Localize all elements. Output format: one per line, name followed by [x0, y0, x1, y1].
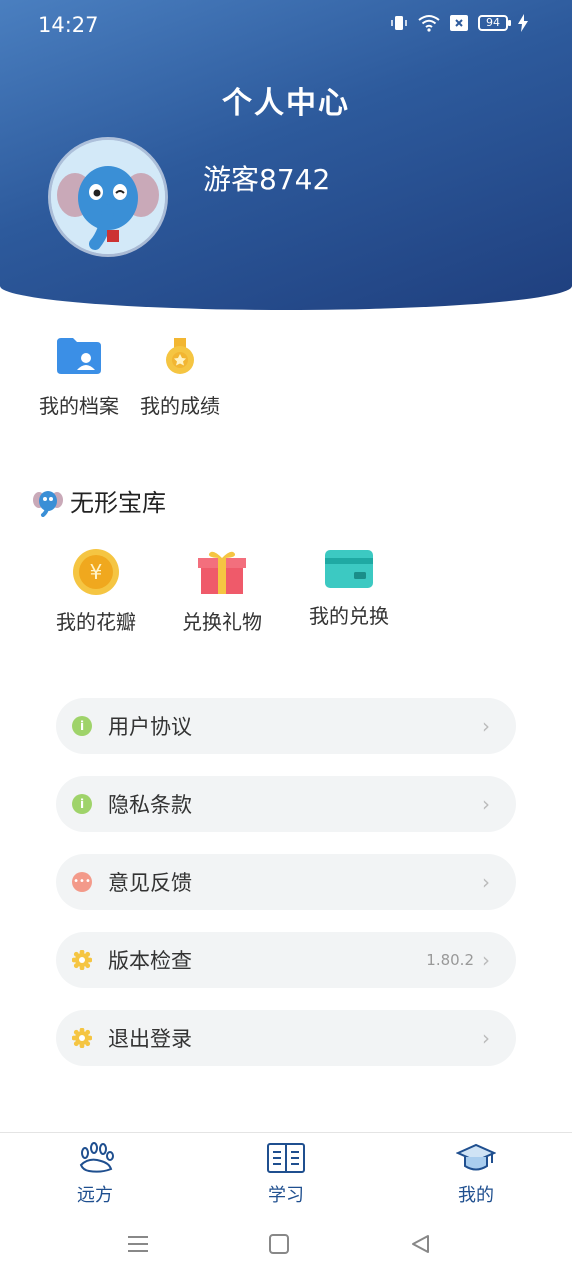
menu-label: 意见反馈	[108, 871, 192, 895]
elephant-small-icon	[33, 490, 63, 517]
my-petals-label: 我的花瓣	[56, 610, 136, 634]
menu-icon[interactable]	[127, 1234, 149, 1254]
profile-folder-icon	[57, 338, 101, 374]
system-nav-bar	[0, 1218, 572, 1280]
menu-user-agreement[interactable]: i 用户协议 ›	[56, 698, 516, 754]
menu-label: 版本检查	[108, 949, 192, 973]
tab-mine[interactable]: 我的	[426, 1141, 526, 1207]
my-scores-link[interactable]: 我的成绩	[140, 336, 220, 419]
menu-label: 退出登录	[108, 1027, 192, 1051]
menu-version-check[interactable]: 版本检查 1.80.2 ›	[56, 932, 516, 988]
treasure-section-title: 无形宝库	[32, 483, 166, 518]
home-icon[interactable]	[269, 1234, 289, 1254]
charging-icon	[518, 14, 528, 32]
my-redemptions-label: 我的兑换	[309, 604, 389, 628]
status-icons: 94	[390, 14, 528, 32]
svg-text:¥: ¥	[90, 560, 103, 584]
book-icon	[267, 1143, 305, 1173]
chevron-right-icon: ›	[482, 714, 490, 738]
my-profile-label: 我的档案	[39, 394, 119, 418]
gear-icon	[72, 1028, 92, 1048]
vibrate-icon	[391, 16, 407, 30]
chevron-right-icon: ›	[482, 1026, 490, 1050]
elephant-mascot-icon	[51, 140, 165, 254]
menu-privacy-terms[interactable]: i 隐私条款 ›	[56, 776, 516, 832]
version-number: 1.80.2	[426, 951, 474, 969]
menu-label: 用户协议	[108, 715, 192, 739]
wifi-icon	[418, 15, 440, 32]
treasure-title: 无形宝库	[70, 489, 166, 517]
bottom-tab-bar: 远方 学习 我的	[0, 1132, 572, 1219]
gift-icon	[198, 551, 246, 594]
graduation-cap-icon	[456, 1143, 496, 1171]
username: 游客8742	[203, 163, 331, 196]
menu-feedback[interactable]: ••• 意见反馈 ›	[56, 854, 516, 910]
my-profile-link[interactable]: 我的档案	[39, 336, 119, 419]
my-scores-label: 我的成绩	[140, 394, 220, 418]
gear-icon	[72, 950, 92, 970]
info-icon: i	[72, 716, 92, 736]
chevron-right-icon: ›	[482, 948, 490, 972]
menu-logout[interactable]: 退出登录 ›	[56, 1010, 516, 1066]
tab-label: 学习	[268, 1185, 304, 1206]
redeem-gift-label: 兑换礼物	[182, 610, 262, 634]
card-icon	[325, 550, 373, 588]
chat-icon: •••	[72, 872, 92, 892]
chevron-right-icon: ›	[482, 792, 490, 816]
my-petals-item[interactable]: ¥ 我的花瓣	[41, 548, 151, 635]
menu-label: 隐私条款	[108, 793, 192, 817]
status-time: 14:27	[38, 13, 99, 37]
my-redemptions-item[interactable]: 我的兑换	[294, 548, 404, 629]
tab-label: 远方	[77, 1185, 113, 1206]
medal-icon	[166, 338, 194, 374]
tab-study[interactable]: 学习	[236, 1141, 336, 1207]
avatar[interactable]	[51, 140, 165, 254]
tab-label: 我的	[458, 1185, 494, 1206]
chevron-right-icon: ›	[482, 870, 490, 894]
coin-icon: ¥	[73, 549, 119, 595]
paw-icon	[79, 1142, 114, 1173]
tab-distant[interactable]: 远方	[45, 1141, 145, 1207]
info-icon: i	[72, 794, 92, 814]
status-bar: 14:27 94	[0, 0, 572, 50]
page-title: 个人中心	[222, 86, 350, 121]
battery-indicator: 94	[478, 15, 511, 31]
back-icon[interactable]	[410, 1234, 430, 1254]
sim-blocked-icon	[450, 15, 468, 31]
redeem-gift-item[interactable]: 兑换礼物	[167, 548, 277, 635]
